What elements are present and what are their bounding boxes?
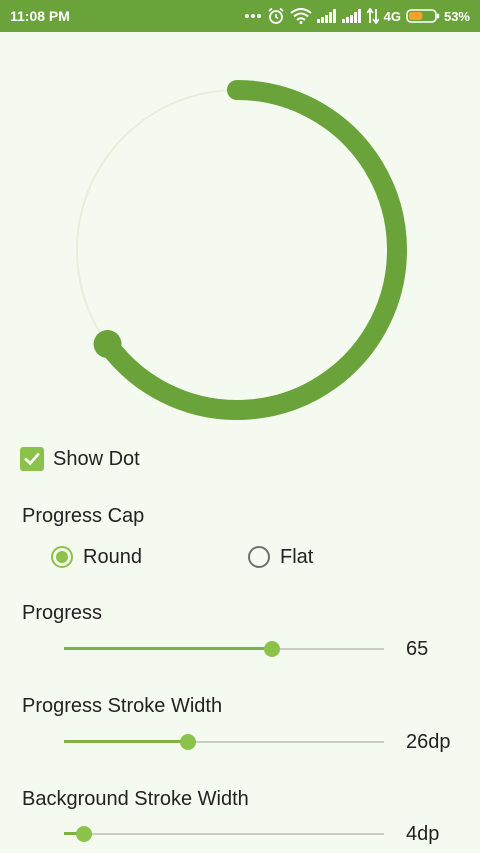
battery: 53% <box>406 9 470 24</box>
radio-flat[interactable] <box>248 546 270 568</box>
slider-fill <box>64 740 188 743</box>
radio-round-option[interactable]: Round <box>51 543 142 571</box>
progress-dot <box>93 330 122 359</box>
progress-stroke-width-title: Progress Stroke Width <box>22 695 223 717</box>
radio-round[interactable] <box>51 546 73 568</box>
slider-thumb[interactable] <box>180 734 196 750</box>
progress-value: 65 <box>406 638 429 660</box>
progress-slider-title: Progress <box>22 602 103 624</box>
slider-fill <box>64 647 272 650</box>
status-time: 11:08 PM <box>10 8 70 24</box>
slider-thumb[interactable] <box>76 826 92 842</box>
battery-icon <box>406 9 440 23</box>
radio-flat-option[interactable]: Flat <box>248 543 313 571</box>
show-dot-option[interactable]: Show Dot <box>20 446 140 472</box>
network-type: 4G <box>383 8 401 24</box>
signal-icon <box>316 9 337 23</box>
radio-round-label: Round <box>83 545 142 568</box>
slider-track <box>64 833 384 835</box>
background-stroke-width-value: 4dp <box>406 823 440 845</box>
progress-cap-title: Progress Cap <box>22 505 145 527</box>
show-dot-label: Show Dot <box>53 447 140 470</box>
background-stroke-width-slider[interactable] <box>64 824 384 844</box>
data-transfer-icon <box>366 8 379 24</box>
progress-stroke-width-value: 26dp <box>406 731 451 753</box>
more-dots-icon <box>244 13 262 19</box>
background-stroke-width-title: Background Stroke Width <box>22 788 249 810</box>
signal-icon <box>341 9 362 23</box>
slider-thumb[interactable] <box>264 641 280 657</box>
progress-stroke-width-slider[interactable] <box>64 732 384 752</box>
show-dot-checkbox[interactable] <box>20 447 44 471</box>
wifi-icon <box>290 8 312 24</box>
battery-percent: 53% <box>443 8 470 24</box>
circular-progress <box>76 80 407 420</box>
status-bar: 11:08 PM 4G 53% <box>0 0 480 32</box>
progress-arc <box>97 80 407 420</box>
progress-slider[interactable] <box>64 639 384 659</box>
radio-flat-label: Flat <box>280 545 314 568</box>
check-icon <box>24 452 40 466</box>
alarm-icon <box>267 7 285 25</box>
